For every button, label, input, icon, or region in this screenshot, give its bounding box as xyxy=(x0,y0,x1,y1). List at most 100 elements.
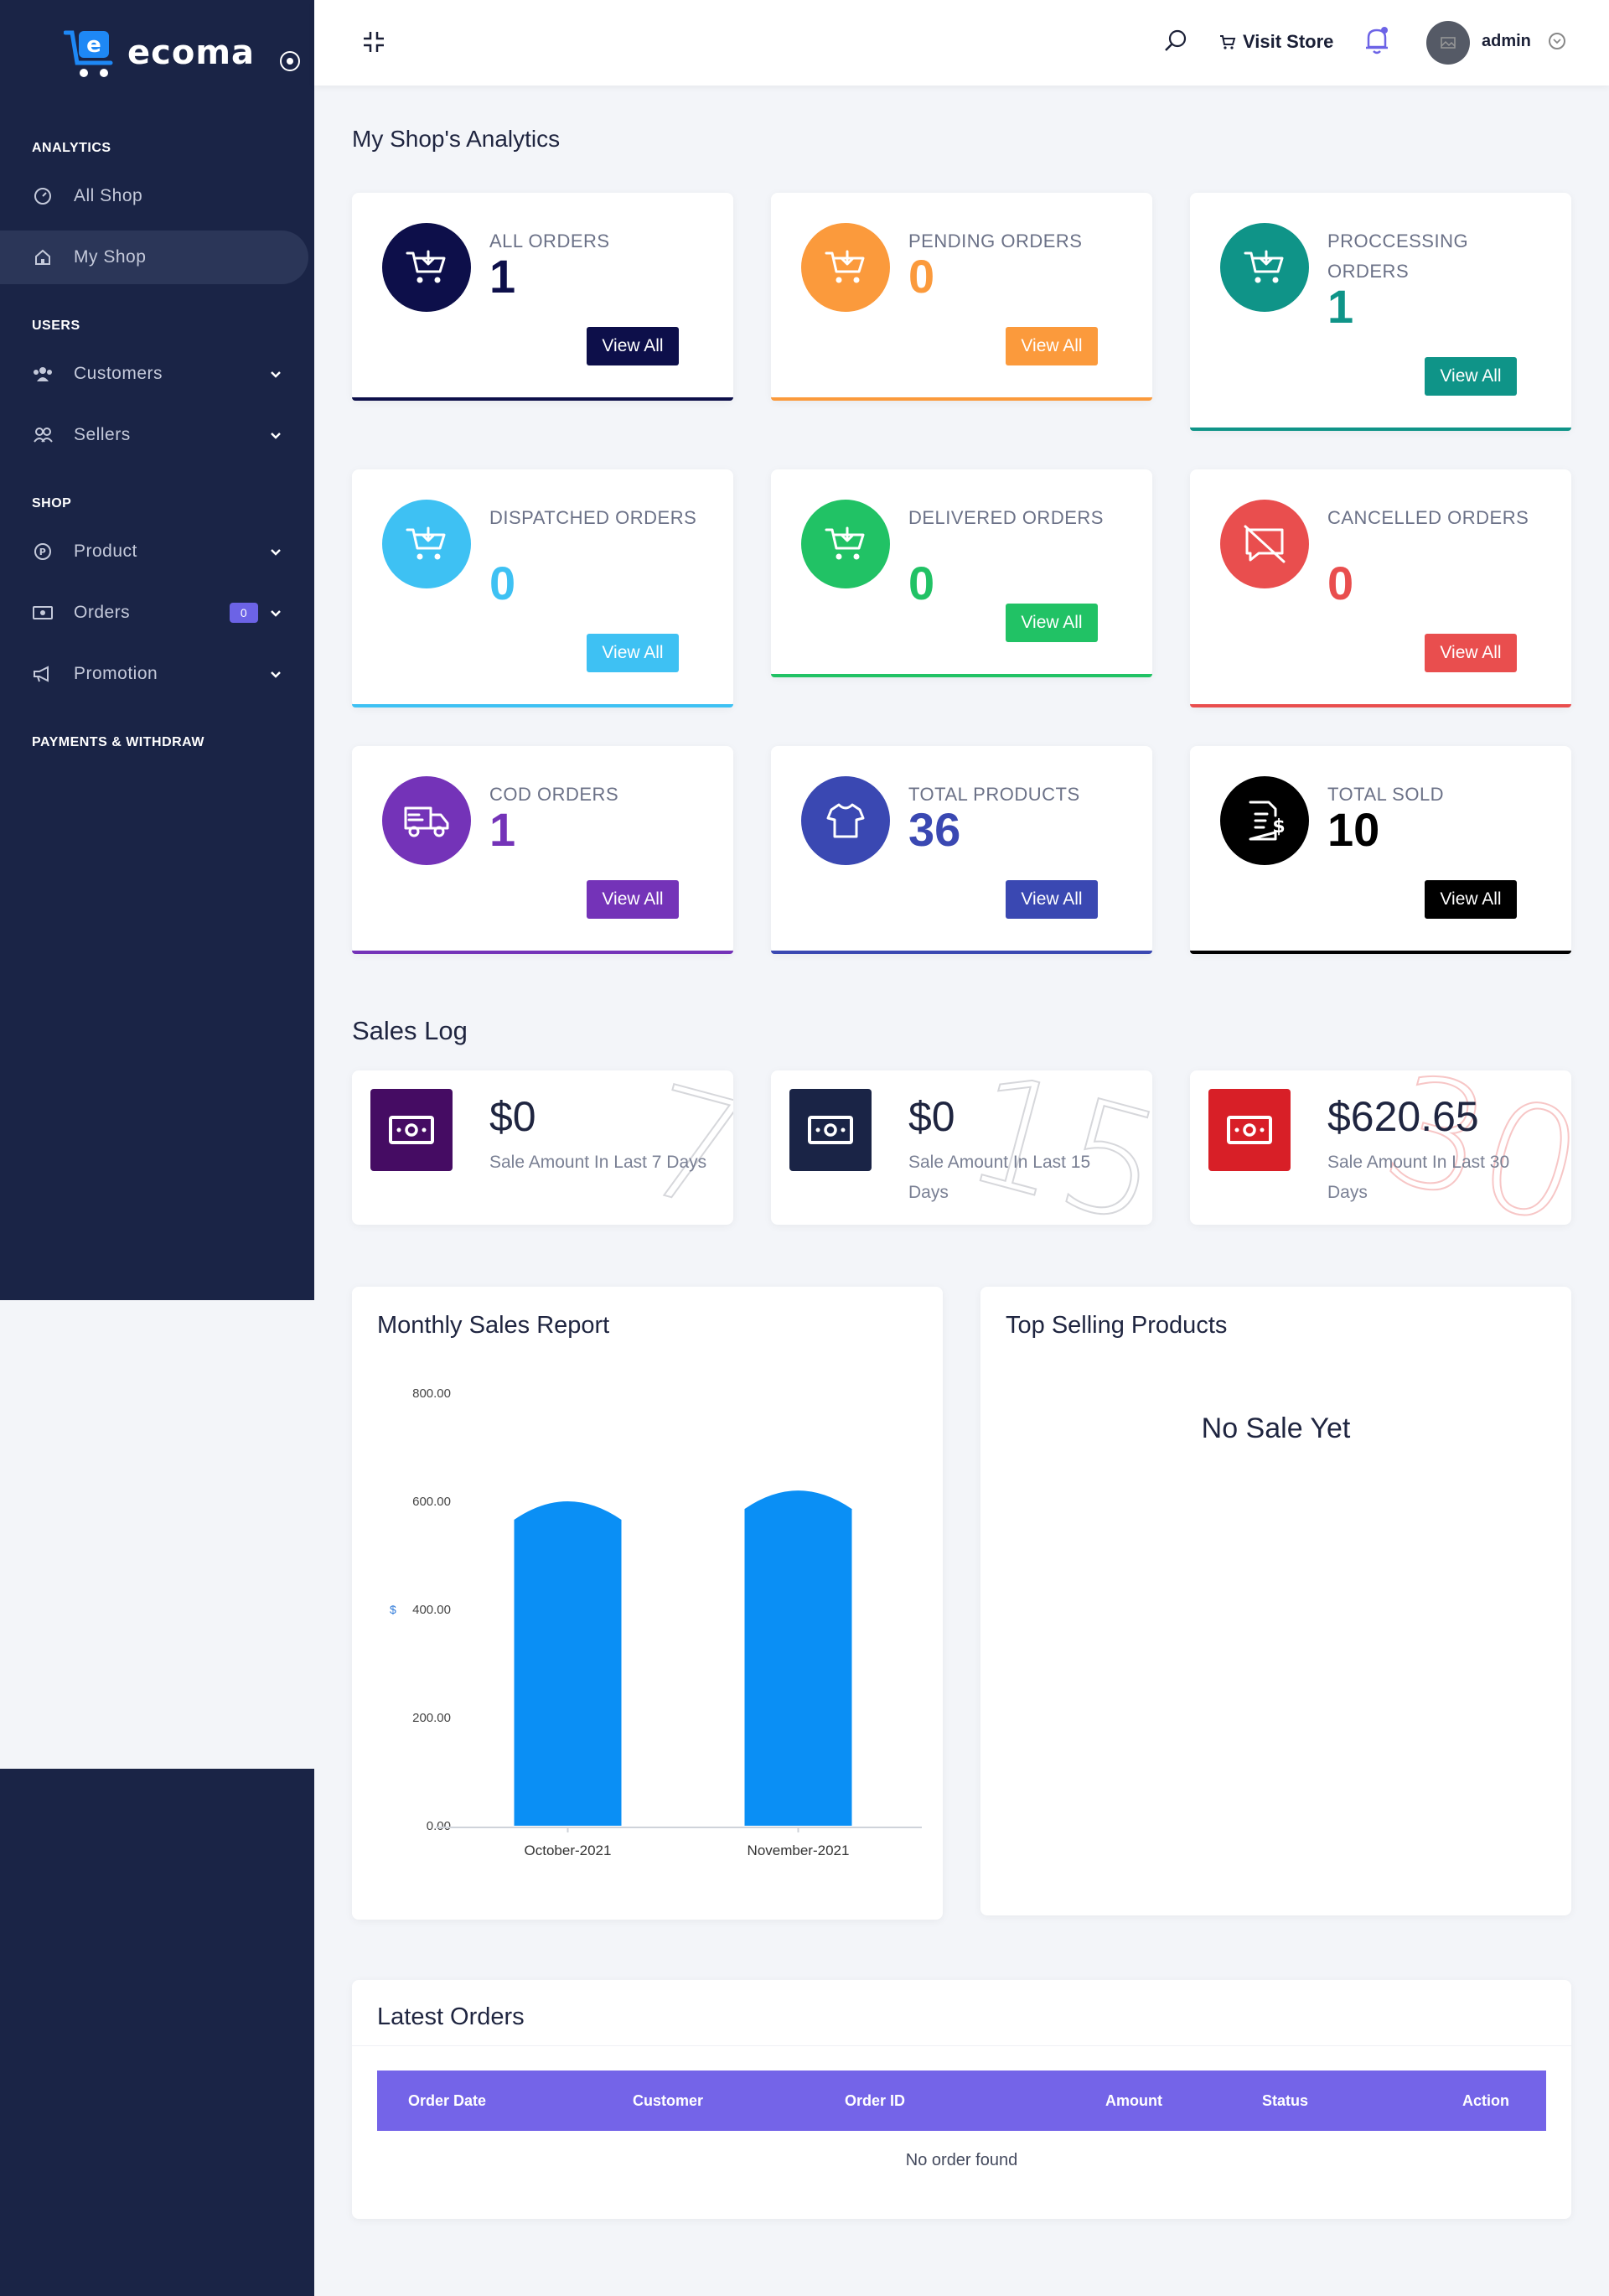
sidebar-item-sellers[interactable]: Sellers xyxy=(0,408,308,462)
stat-label: COD ORDERS xyxy=(489,784,619,805)
page-title: My Shop's Analytics xyxy=(352,126,561,152)
column-action[interactable]: Action xyxy=(1462,2092,1509,2110)
sales-amount: $0 xyxy=(908,1093,955,1140)
nav-section-shop: SHOP xyxy=(32,496,72,511)
y-axis-label: $ xyxy=(390,1603,396,1616)
card-accent-bar xyxy=(1190,951,1571,954)
money-icon xyxy=(1208,1089,1291,1171)
y-tick-label: 0.00 xyxy=(427,1819,451,1833)
view-all-button[interactable]: View All xyxy=(1006,604,1098,642)
stat-card-total-sold: $ TOTAL SOLD 10 View All xyxy=(1190,746,1571,954)
stat-label: ALL ORDERS xyxy=(489,231,610,251)
stat-card-pending-orders: PENDING ORDERS 0 View All xyxy=(771,193,1152,401)
brand-logo[interactable]: e ecoma xyxy=(64,23,255,82)
view-all-button[interactable]: View All xyxy=(1006,880,1098,919)
image-icon xyxy=(1441,37,1456,49)
y-tick-label: 800.00 xyxy=(412,1386,451,1401)
monthly-sales-chart: 0.00 200.00 400.00 600.00 800.00 $ October-202… xyxy=(390,1386,922,1858)
sidebar-item-my-shop[interactable]: My Shop xyxy=(0,231,308,284)
sidebar-item-all-shop[interactable]: All Shop xyxy=(0,169,308,223)
collapse-icon[interactable] xyxy=(360,29,387,55)
visit-store-link[interactable]: Visit Store xyxy=(1219,29,1333,55)
view-all-button[interactable]: View All xyxy=(1425,357,1517,396)
column-order-id[interactable]: Order ID xyxy=(845,2092,905,2110)
stat-label: DELIVERED ORDERS xyxy=(908,507,1104,528)
stat-value: 0 xyxy=(489,557,516,609)
sidebar-item-product[interactable]: P Product xyxy=(0,525,308,578)
orders-table-header: Order Date Customer Order ID Amount Stat… xyxy=(377,2071,1546,2131)
sales-card: 30 $620.65 Sale Amount In Last 30 Days xyxy=(1190,1070,1571,1225)
view-all-button[interactable]: View All xyxy=(587,634,679,672)
users-icon xyxy=(32,363,54,385)
sales-card: 7 $0 Sale Amount In Last 7 Days xyxy=(352,1070,733,1225)
no-orders-message: No order found xyxy=(905,2151,1018,2169)
latest-orders-panel: Latest Orders Order Date Customer Order … xyxy=(352,1980,1571,2219)
stat-card-proccessing-orders: PROCCESSING ORDERS 1 View All xyxy=(1190,193,1571,431)
view-all-button[interactable]: View All xyxy=(1006,327,1098,365)
column-customer[interactable]: Customer xyxy=(633,2092,703,2110)
sidebar-item-promotion[interactable]: Promotion xyxy=(0,647,308,701)
orders-icon xyxy=(32,602,54,624)
stat-value: 1 xyxy=(489,803,516,856)
column-order-date[interactable]: Order Date xyxy=(408,2092,486,2110)
megaphone-icon xyxy=(32,663,54,685)
cart-icon xyxy=(801,223,890,312)
view-all-button[interactable]: View All xyxy=(1425,880,1517,919)
view-all-button[interactable]: View All xyxy=(587,327,679,365)
user-name[interactable]: admin xyxy=(1482,32,1531,51)
column-amount[interactable]: Amount xyxy=(1105,2092,1162,2110)
nav-section-payments[interactable]: PAYMENTS & WITHDRAW xyxy=(32,735,204,750)
stat-card-delivered-orders: DELIVERED ORDERS 0 View All xyxy=(771,469,1152,677)
avatar[interactable] xyxy=(1426,21,1470,65)
divider xyxy=(352,2045,1571,2046)
cart-icon xyxy=(1220,35,1236,49)
card-accent-bar xyxy=(1190,428,1571,431)
bar-october-2021 xyxy=(514,1501,622,1826)
sidebar-toggle-button[interactable] xyxy=(280,51,300,71)
stat-value: 0 xyxy=(908,250,935,303)
view-all-button[interactable]: View All xyxy=(587,880,679,919)
stat-card-all-orders: ALL ORDERS 1 View All xyxy=(352,193,733,401)
stat-label: DISPATCHED ORDERS xyxy=(489,507,697,528)
chevron-down-icon xyxy=(271,433,281,439)
visit-store-label: Visit Store xyxy=(1243,31,1334,52)
sidebar-item-label: Promotion xyxy=(74,664,158,683)
view-all-button[interactable]: View All xyxy=(1425,634,1517,672)
bar-november-2021 xyxy=(744,1490,852,1826)
truck-icon xyxy=(382,776,471,865)
card-accent-bar xyxy=(352,397,733,401)
sales-amount: $0 xyxy=(489,1093,536,1140)
top-selling-panel: Top Selling Products No Sale Yet xyxy=(980,1287,1571,1915)
nav-section-users: USERS xyxy=(32,319,80,333)
chevron-down-icon xyxy=(271,671,281,678)
cancel-icon xyxy=(1220,500,1309,588)
cart-icon xyxy=(801,500,890,588)
sidebar-item-label: Sellers xyxy=(74,425,131,444)
nav-section-analytics: ANALYTICS xyxy=(32,141,111,155)
bell-icon[interactable] xyxy=(1363,25,1390,55)
home-icon xyxy=(32,246,54,268)
chevron-down-icon xyxy=(271,549,281,556)
sidebar-lower xyxy=(0,1769,314,2296)
product-icon: P xyxy=(32,541,54,562)
stat-card-dispatched-orders: DISPATCHED ORDERS 0 View All xyxy=(352,469,733,707)
money-icon xyxy=(789,1089,872,1171)
latest-orders-title: Latest Orders xyxy=(377,2003,525,2030)
user-menu-chevron-icon[interactable] xyxy=(1549,33,1565,49)
orders-count-badge: 0 xyxy=(230,603,258,623)
stat-value: 10 xyxy=(1327,803,1380,856)
svg-text:e: e xyxy=(86,33,101,58)
gauge-icon xyxy=(32,185,54,207)
stat-card-cancelled-orders: CANCELLED ORDERS 0 View All xyxy=(1190,469,1571,707)
money-icon xyxy=(370,1089,453,1171)
sales-description: Sale Amount In Last 15 Days xyxy=(908,1153,1091,1202)
sidebar-item-customers[interactable]: Customers xyxy=(0,347,308,401)
sellers-icon xyxy=(32,424,54,446)
card-accent-bar xyxy=(771,674,1152,677)
column-status[interactable]: Status xyxy=(1262,2092,1308,2110)
search-icon[interactable] xyxy=(1162,28,1189,54)
sales-log-title: Sales Log xyxy=(352,1016,468,1045)
card-accent-bar xyxy=(771,397,1152,401)
x-tick-label: October-2021 xyxy=(525,1843,612,1858)
sidebar-item-orders[interactable]: Orders 0 xyxy=(0,586,308,640)
